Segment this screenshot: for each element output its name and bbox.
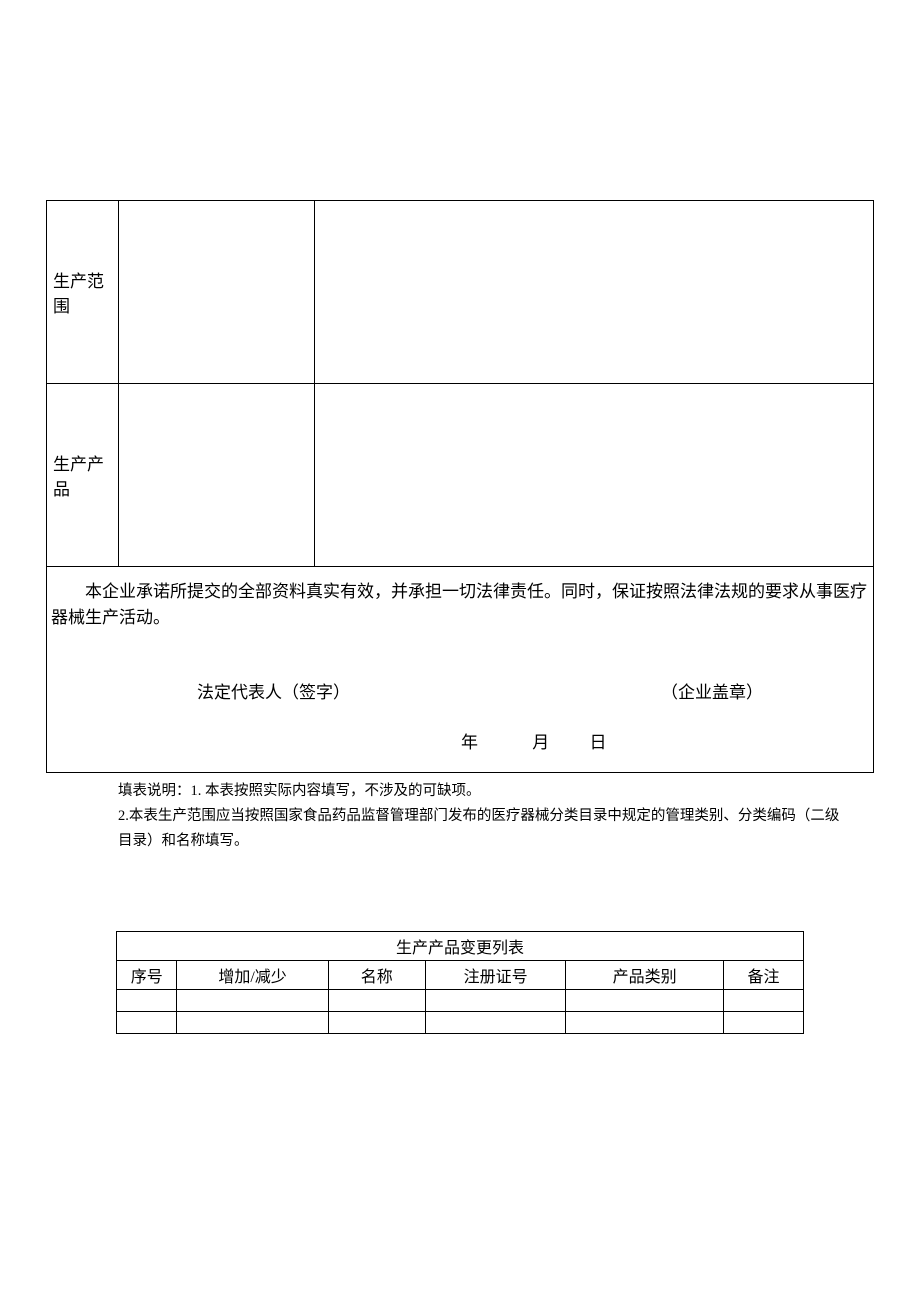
legal-rep-sign-label: 法定代表人（签字）: [197, 680, 350, 706]
change-list-title: 生产产品变更列表: [117, 932, 804, 961]
form-notes: 填表说明：1. 本表按照实际内容填写，不涉及的可缺项。 2.本表生产范围应当按照…: [46, 779, 874, 853]
table-row: [117, 1012, 804, 1034]
cell-seq[interactable]: [117, 990, 177, 1012]
date-month-label: 月: [532, 730, 549, 756]
header-change: 增加/减少: [177, 961, 328, 990]
change-list-header-row: 序号 增加/减少 名称 注册证号 产品类别 备注: [117, 961, 804, 990]
cell-remark[interactable]: [724, 990, 804, 1012]
date-line: 年 月 日: [47, 730, 873, 762]
production-product-cell-1[interactable]: [119, 384, 315, 567]
header-remark: 备注: [724, 961, 804, 990]
production-scope-cell-2[interactable]: [315, 201, 874, 384]
table-row: [117, 990, 804, 1012]
cell-remark[interactable]: [724, 1012, 804, 1034]
header-regno: 注册证号: [425, 961, 565, 990]
header-name: 名称: [328, 961, 425, 990]
main-form-table: 生产范围 生产产品 本企业承诺所提交的全部资料真实有效，并承担一切法律责任。同时…: [46, 200, 874, 773]
production-scope-label: 生产范围: [47, 201, 119, 384]
cell-change[interactable]: [177, 990, 328, 1012]
date-year-label: 年: [461, 730, 478, 756]
signature-line: 法定代表人（签字） （企业盖章）: [47, 680, 873, 706]
declaration-text: 本企业承诺所提交的全部资料真实有效，并承担一切法律责任。同时，保证按照法律法规的…: [47, 579, 873, 632]
change-list-table: 生产产品变更列表 序号 增加/减少 名称 注册证号 产品类别 备注: [116, 931, 804, 1034]
change-list-container: 生产产品变更列表 序号 增加/减少 名称 注册证号 产品类别 备注: [46, 931, 874, 1034]
header-seq: 序号: [117, 961, 177, 990]
cell-name[interactable]: [328, 990, 425, 1012]
page-container: 生产范围 生产产品 本企业承诺所提交的全部资料真实有效，并承担一切法律责任。同时…: [0, 0, 920, 1034]
date-day-label: 日: [590, 730, 607, 756]
production-scope-row: 生产范围: [47, 201, 874, 384]
company-stamp-label: （企业盖章）: [661, 680, 763, 706]
cell-regno[interactable]: [425, 1012, 565, 1034]
declaration-row: 本企业承诺所提交的全部资料真实有效，并承担一切法律责任。同时，保证按照法律法规的…: [47, 567, 874, 773]
note-line-1: 填表说明：1. 本表按照实际内容填写，不涉及的可缺项。: [118, 779, 848, 804]
cell-seq[interactable]: [117, 1012, 177, 1034]
cell-category[interactable]: [566, 1012, 724, 1034]
production-product-row: 生产产品: [47, 384, 874, 567]
cell-name[interactable]: [328, 1012, 425, 1034]
production-product-cell-2[interactable]: [315, 384, 874, 567]
production-scope-cell-1[interactable]: [119, 201, 315, 384]
cell-regno[interactable]: [425, 990, 565, 1012]
change-list-title-row: 生产产品变更列表: [117, 932, 804, 961]
production-product-label: 生产产品: [47, 384, 119, 567]
declaration-cell: 本企业承诺所提交的全部资料真实有效，并承担一切法律责任。同时，保证按照法律法规的…: [47, 567, 874, 773]
cell-change[interactable]: [177, 1012, 328, 1034]
cell-category[interactable]: [566, 990, 724, 1012]
header-category: 产品类别: [566, 961, 724, 990]
note-line-2: 2.本表生产范围应当按照国家食品药品监督管理部门发布的医疗器械分类目录中规定的管…: [118, 804, 848, 853]
